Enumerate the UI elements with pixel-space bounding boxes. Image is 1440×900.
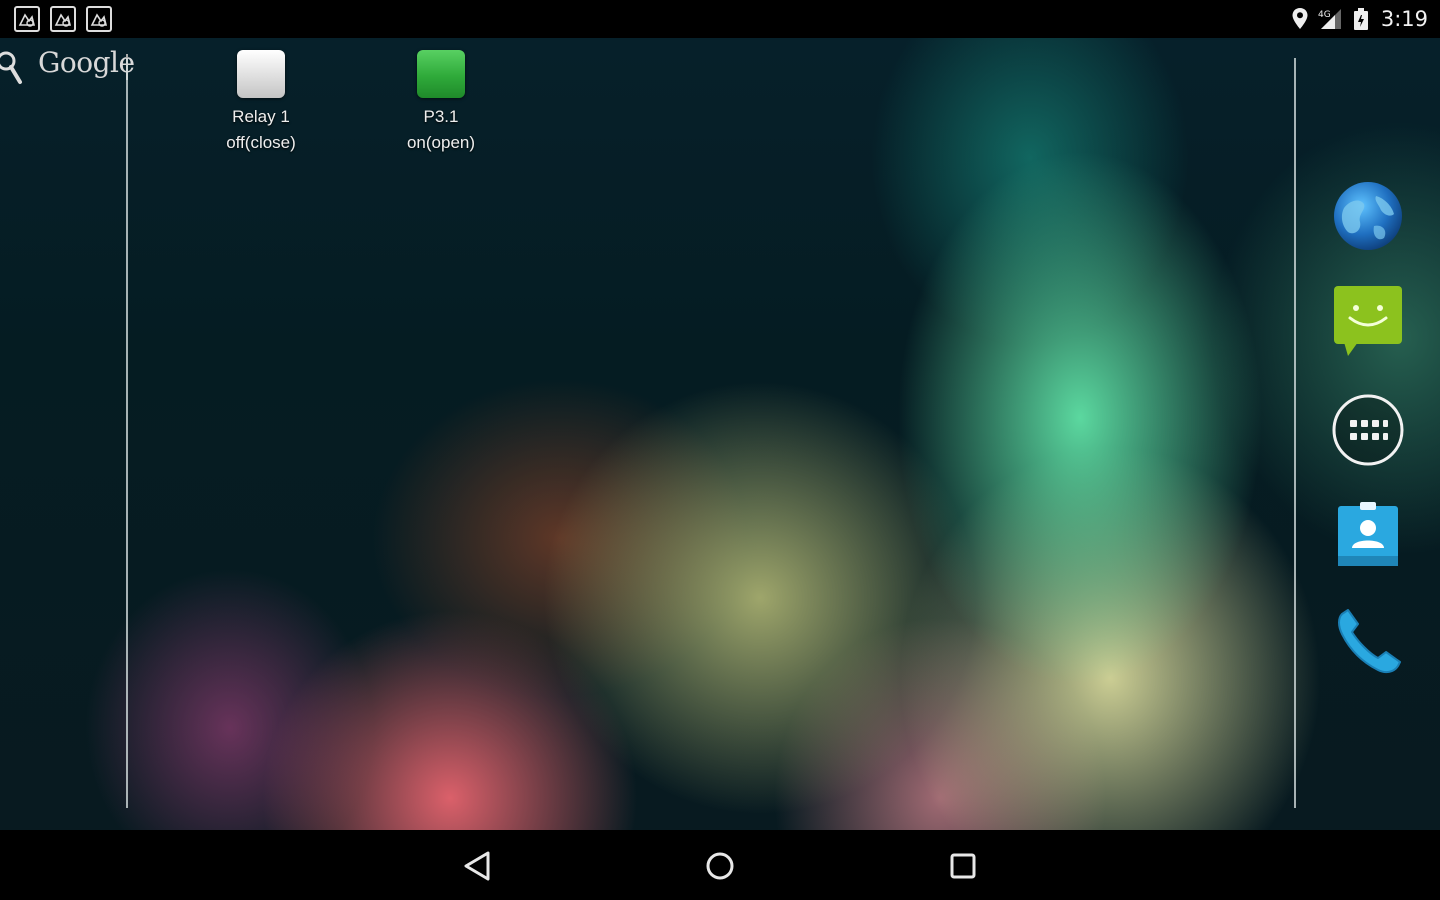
status-bar[interactable]: 4G 3:19: [0, 0, 1440, 38]
dock-messaging[interactable]: [1330, 284, 1406, 360]
dock-app-drawer[interactable]: [1330, 392, 1406, 468]
widget-p3-1[interactable]: P3.1 on(open): [381, 50, 501, 156]
app-notification-icon: [86, 6, 112, 32]
app-notification-icon: [50, 6, 76, 32]
recents-icon: [950, 853, 976, 879]
back-button[interactable]: [456, 844, 500, 888]
browser-globe-icon: [1334, 182, 1402, 250]
navigation-bar: [0, 830, 1440, 900]
widget-state: off(close): [226, 133, 296, 152]
widget-relay-1[interactable]: Relay 1 off(close): [201, 50, 321, 156]
google-search-bar[interactable]: Google: [0, 44, 135, 90]
widget-title: P3.1: [423, 107, 459, 126]
relay-on-indicator-icon: [417, 50, 465, 98]
dock-contacts[interactable]: [1330, 500, 1406, 576]
messaging-icon: [1334, 286, 1402, 356]
back-icon: [464, 851, 490, 881]
android-home-screen: 4G 3:19 Google Relay 1 off(close) P3.1 o…: [0, 0, 1440, 900]
app-notification-icon: [14, 6, 40, 32]
home-button[interactable]: [698, 844, 742, 888]
widget-title: Relay 1: [232, 107, 290, 126]
recents-button[interactable]: [941, 844, 985, 888]
dock-phone[interactable]: [1330, 604, 1406, 680]
phone-icon: [1338, 609, 1401, 674]
wallpaper: [0, 38, 1440, 830]
page-edge-left: [126, 58, 128, 808]
dock-browser[interactable]: [1330, 178, 1406, 254]
search-icon: [0, 51, 22, 84]
relay-off-indicator-icon: [237, 50, 285, 98]
app-drawer-icon: [1332, 394, 1404, 466]
location-icon: [1292, 8, 1308, 29]
status-indicators: 4G 3:19: [1291, 0, 1428, 38]
clock: 3:19: [1380, 7, 1428, 31]
widget-state: on(open): [406, 133, 476, 152]
home-icon: [706, 852, 734, 880]
page-edge-right: [1294, 58, 1296, 808]
svg-text:4G: 4G: [1318, 10, 1331, 20]
cellular-signal-icon: 4G: [1318, 9, 1341, 29]
google-logo: Google: [38, 46, 135, 79]
contacts-icon: [1338, 502, 1398, 566]
battery-icon: [1353, 8, 1368, 30]
